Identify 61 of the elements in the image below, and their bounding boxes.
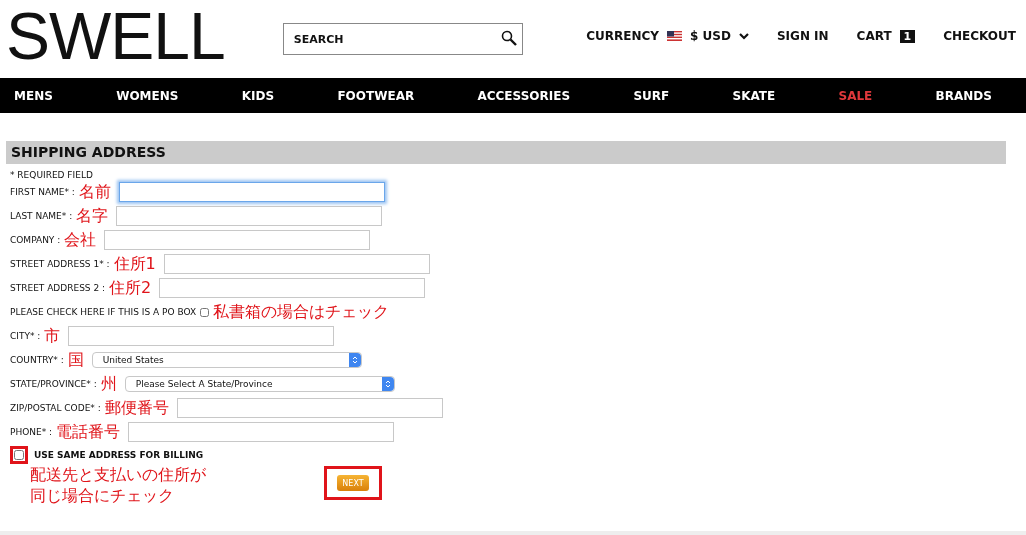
currency-selector[interactable]: $ USD — [690, 29, 731, 43]
field-label: LAST NAME* : — [10, 211, 73, 221]
text-field[interactable] — [104, 230, 371, 250]
currency-label: CURRENCY — [586, 29, 660, 43]
annotation-note: 会社 — [64, 229, 97, 251]
field-label: STREET ADDRESS 1* : — [10, 259, 110, 269]
text-field[interactable] — [116, 206, 383, 226]
nav-item[interactable]: ACCESSORIES — [477, 88, 571, 103]
annotation-note: 配送先と支払いの住所が — [30, 464, 207, 485]
field-label: ZIP/POSTAL CODE* : — [10, 403, 101, 413]
annotation-note: 住所1 — [113, 253, 156, 275]
field-label: COUNTRY* : — [10, 355, 64, 365]
annotation-note: 州 — [100, 373, 117, 395]
required-note: * REQUIRED FIELD — [10, 170, 94, 180]
nav-item[interactable]: MENS — [14, 88, 53, 103]
nav-item[interactable]: KIDS — [241, 88, 275, 103]
annotation-note: 住所2 — [109, 277, 152, 299]
cart-count-badge: 1 — [899, 29, 916, 43]
flag-icon — [667, 31, 683, 41]
nav-item[interactable]: FOOTWEAR — [337, 88, 415, 103]
search-field[interactable]: SEARCH — [282, 23, 523, 55]
text-field[interactable] — [128, 422, 395, 442]
nav-item[interactable]: SURF — [633, 88, 670, 103]
annotation-note: 郵便番号 — [104, 397, 169, 419]
annotation-note: 市 — [44, 325, 61, 347]
search-icon[interactable] — [500, 30, 517, 46]
annotation-note: 名字 — [76, 205, 109, 227]
chevron-icon[interactable] — [738, 32, 749, 40]
nav-item[interactable]: SALE — [838, 88, 873, 103]
field-label: CITY* : — [10, 331, 41, 341]
text-field[interactable] — [118, 182, 385, 202]
field-label: COMPANY : — [10, 235, 61, 245]
field-label: PHONE* : — [10, 427, 53, 437]
stepper-arrows-icon[interactable] — [381, 377, 394, 391]
select-dropdown[interactable]: Please Select A State/Province — [124, 376, 395, 392]
billing-label: USE SAME ADDRESS FOR BILLING — [34, 450, 204, 460]
text-field[interactable] — [159, 278, 426, 298]
cart-link[interactable]: CART — [856, 29, 892, 43]
field-label: STATE/PROVINCE* : — [10, 379, 97, 389]
stepper-arrows-icon[interactable] — [348, 353, 361, 367]
annotation-note: 国 — [67, 349, 84, 371]
field-label: STREET ADDRESS 2 : — [10, 283, 106, 293]
logo[interactable]: SWELL — [6, 3, 225, 69]
po-box-checkbox[interactable] — [200, 307, 210, 317]
sign-in-link[interactable]: SIGN IN — [776, 29, 829, 43]
nav-item[interactable]: SKATE — [732, 88, 776, 103]
nav-item[interactable]: BRANDS — [935, 88, 992, 103]
billing-checkbox[interactable] — [14, 450, 24, 460]
field-label: PLEASE CHECK HERE IF THIS IS A PO BOX — [10, 307, 197, 317]
select-dropdown[interactable]: United States — [91, 352, 362, 368]
annotation-note: 同じ場合にチェック — [30, 485, 175, 506]
nav-item[interactable]: WOMENS — [116, 88, 179, 103]
section-header: SHIPPING ADDRESS — [6, 141, 1006, 164]
text-field[interactable] — [68, 326, 335, 346]
annotation-note: 私書箱の場合はチェック — [213, 301, 390, 323]
field-label: FIRST NAME* : — [10, 187, 75, 197]
text-field[interactable] — [176, 398, 443, 418]
checkout-link[interactable]: CHECKOUT — [943, 29, 1016, 43]
text-field[interactable] — [163, 254, 430, 274]
annotation-note: 名前 — [78, 181, 111, 203]
annotation-note: 電話番号 — [56, 421, 121, 443]
